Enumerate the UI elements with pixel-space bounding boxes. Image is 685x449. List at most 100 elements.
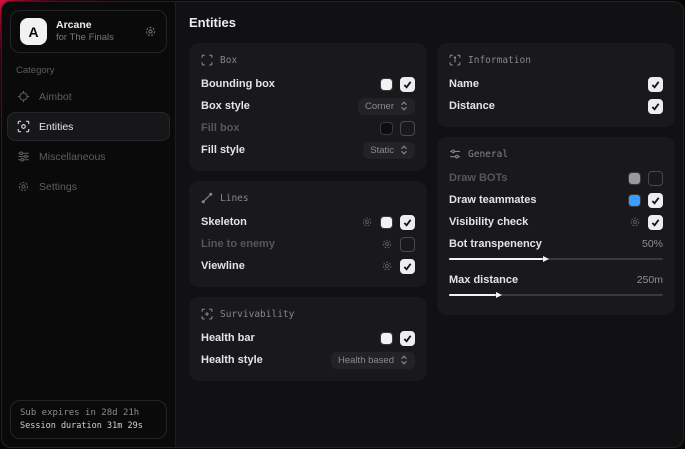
viewline-settings-gear-icon[interactable]	[381, 260, 393, 272]
row-bounding-box: Bounding box	[201, 73, 415, 95]
slider-value: 50%	[642, 238, 663, 250]
fill-style-dropdown[interactable]: Static	[363, 142, 415, 159]
row-label: Draw BOTs	[449, 172, 628, 184]
row-label: Health style	[201, 354, 331, 366]
entities-icon	[17, 120, 30, 133]
card-information: Information Name Distance	[437, 43, 675, 127]
card-lines-header: Lines	[201, 189, 415, 211]
crosshair-icon	[17, 90, 30, 103]
row-distance: Distance	[449, 95, 663, 117]
check-icon	[651, 80, 660, 89]
gear-icon	[17, 180, 30, 193]
right-column: Information Name Distance	[437, 43, 675, 391]
sidebar-item-label: Aimbot	[39, 91, 72, 103]
sidebar-item-settings[interactable]: Settings	[7, 172, 170, 201]
row-label: Box style	[201, 100, 358, 112]
color-swatch[interactable]	[628, 172, 641, 185]
card-box-header: Box	[201, 51, 415, 73]
sub-expiry-text: Sub expires in 28d 21h	[20, 408, 157, 418]
color-swatch[interactable]	[380, 216, 393, 229]
card-title: Information	[468, 55, 531, 66]
draw-bots-checkbox[interactable]	[648, 171, 663, 186]
subscription-info-card: Sub expires in 28d 21h Session duration …	[10, 400, 167, 439]
max-distance-slider[interactable]	[449, 291, 663, 299]
bot-transparency-group: Bot transpenency 50%	[449, 233, 663, 269]
sidebar-item-label: Entities	[39, 121, 73, 133]
fill-box-checkbox[interactable]	[400, 121, 415, 136]
page-title: Entities	[189, 15, 675, 30]
color-swatch[interactable]	[380, 332, 393, 345]
row-label: Fill box	[201, 122, 380, 134]
row-label: Fill style	[201, 144, 363, 156]
gear-icon[interactable]	[144, 25, 157, 38]
health-style-dropdown[interactable]: Health based	[331, 352, 415, 369]
slider-label: Bot transpenency	[449, 238, 642, 250]
slider-fill-thumb[interactable]	[449, 258, 543, 260]
sidebar-item-miscellaneous[interactable]: Miscellaneous	[7, 142, 170, 171]
dropdown-value: Health based	[338, 355, 394, 366]
dropdown-value: Corner	[365, 101, 394, 112]
draw-teammates-checkbox[interactable]	[648, 193, 663, 208]
sliders-icon	[17, 150, 30, 163]
row-label: Bounding box	[201, 78, 380, 90]
sidebar-item-entities[interactable]: Entities	[7, 112, 170, 141]
card-title: Lines	[220, 193, 249, 204]
color-swatch[interactable]	[628, 194, 641, 207]
check-icon	[403, 262, 412, 271]
check-icon	[651, 218, 660, 227]
sidebar-item-aimbot[interactable]: Aimbot	[7, 82, 170, 111]
session-duration-text: Session duration 31m 29s	[20, 421, 157, 431]
box-style-dropdown[interactable]: Corner	[358, 98, 415, 115]
line-to-enemy-settings-gear-icon[interactable]	[381, 238, 393, 250]
max-distance-group: Max distance 250m	[449, 269, 663, 305]
app-logo: A	[20, 18, 47, 45]
dropdown-value: Static	[370, 145, 394, 156]
distance-checkbox[interactable]	[648, 99, 663, 114]
row-label: Distance	[449, 100, 648, 112]
row-skeleton: Skeleton	[201, 211, 415, 233]
check-icon	[403, 334, 412, 343]
main-panel: Entities Box Bounding box	[176, 2, 684, 447]
check-icon	[651, 196, 660, 205]
card-general: General Draw BOTs Draw teammates	[437, 137, 675, 315]
color-swatch[interactable]	[380, 122, 393, 135]
card-box: Box Bounding box Box style	[189, 43, 427, 171]
row-draw-teammates: Draw teammates	[449, 189, 663, 211]
slider-label: Max distance	[449, 274, 637, 286]
row-fill-style: Fill style Static	[201, 139, 415, 161]
app-title: Arcane	[56, 19, 135, 32]
chevron-up-down-icon	[400, 355, 408, 365]
sidebar-nav: Aimbot Entities Miscella	[2, 82, 175, 201]
info-brackets-icon	[449, 54, 461, 66]
row-health-bar: Health bar	[201, 327, 415, 349]
bounding-box-checkbox[interactable]	[400, 77, 415, 92]
visibility-check-settings-gear-icon[interactable]	[629, 216, 641, 228]
skeleton-checkbox[interactable]	[400, 215, 415, 230]
visibility-check-checkbox[interactable]	[648, 215, 663, 230]
name-checkbox[interactable]	[648, 77, 663, 92]
row-label: Viewline	[201, 260, 381, 272]
check-icon	[403, 218, 412, 227]
bot-transparency-slider[interactable]	[449, 255, 663, 263]
brand-text: Arcane for The Finals	[56, 19, 135, 44]
row-health-style: Health style Health based	[201, 349, 415, 371]
row-fill-box: Fill box	[201, 117, 415, 139]
skeleton-settings-gear-icon[interactable]	[361, 216, 373, 228]
line-icon	[201, 192, 213, 204]
row-draw-bots: Draw BOTs	[449, 167, 663, 189]
color-swatch[interactable]	[380, 78, 393, 91]
sidebar: A Arcane for The Finals Category Aimbot	[2, 2, 176, 447]
row-box-style: Box style Corner	[201, 95, 415, 117]
line-to-enemy-checkbox[interactable]	[400, 237, 415, 252]
brand-card: A Arcane for The Finals	[10, 10, 167, 53]
card-lines: Lines Skeleton	[189, 181, 427, 287]
card-title: Box	[220, 55, 237, 66]
sidebar-item-label: Settings	[39, 181, 77, 193]
chevron-up-down-icon	[400, 101, 408, 111]
viewline-checkbox[interactable]	[400, 259, 415, 274]
row-visibility-check: Visibility check	[449, 211, 663, 233]
sidebar-item-label: Miscellaneous	[39, 151, 106, 163]
health-bar-checkbox[interactable]	[400, 331, 415, 346]
slider-fill-thumb[interactable]	[449, 294, 496, 296]
box-corners-icon	[201, 54, 213, 66]
